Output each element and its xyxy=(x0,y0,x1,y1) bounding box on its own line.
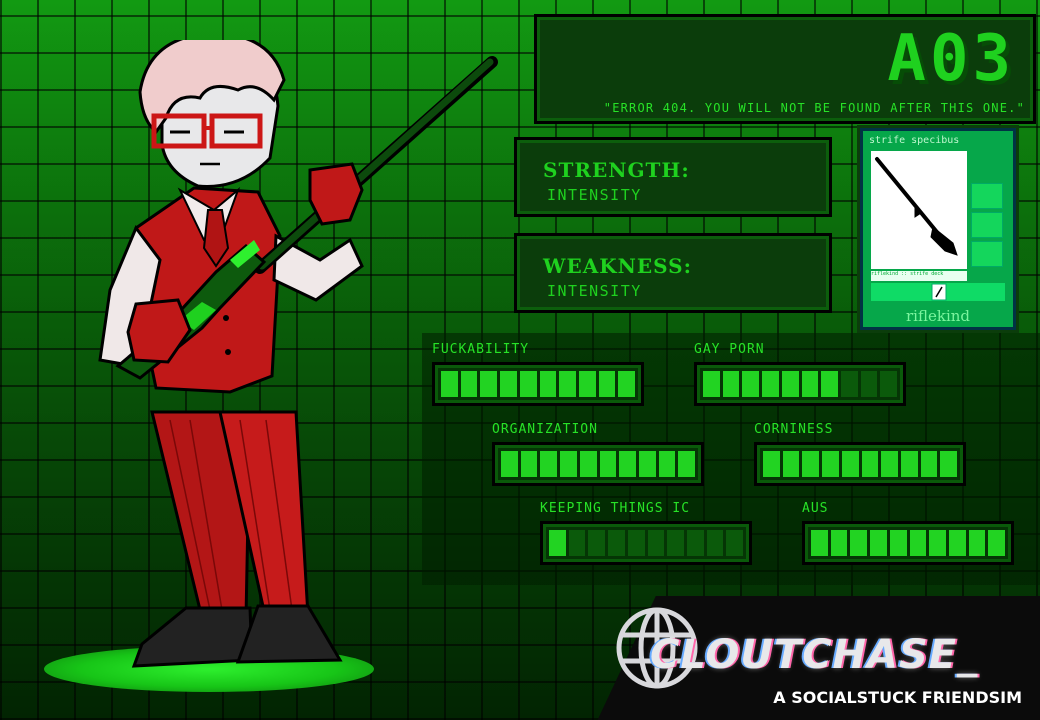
meter-cell xyxy=(763,451,780,477)
meter-cell xyxy=(861,451,879,477)
meter-cell xyxy=(802,451,820,477)
meter-label: KEEPING THINGS IC xyxy=(540,501,691,516)
meter-cell xyxy=(520,451,538,477)
strife-card-footer xyxy=(871,283,1005,301)
card-mini-icon xyxy=(931,283,947,301)
meter-cell xyxy=(850,530,868,556)
meter-cell xyxy=(706,530,724,556)
card-caption: riflekind :: strife deck xyxy=(871,271,967,281)
meter-cell xyxy=(726,530,744,556)
meter-cell xyxy=(579,451,597,477)
meter-cell xyxy=(870,530,887,556)
game-screen: A03 "ERROR 404. YOU WILL NOT BE FOUND AF… xyxy=(0,0,1040,720)
meter-cell xyxy=(948,530,966,556)
meter-track xyxy=(802,521,1014,565)
meter-cell xyxy=(822,451,839,477)
meter-cell xyxy=(627,530,645,556)
weakness-plate: WEAKNESS: INTENSITY xyxy=(514,233,832,313)
meter-cell xyxy=(568,530,586,556)
meter-cell xyxy=(881,451,898,477)
meter-track xyxy=(540,521,752,565)
meter-cell xyxy=(549,530,566,556)
meter-track xyxy=(492,442,704,486)
meter-cell xyxy=(988,530,1006,556)
meter-cell xyxy=(909,530,927,556)
meter-cell xyxy=(598,371,616,397)
meter-cell xyxy=(599,451,617,477)
meter-cell xyxy=(830,530,848,556)
weakness-value: INTENSITY xyxy=(547,282,642,300)
strength-label: STRENGTH: xyxy=(543,158,690,182)
strife-slots xyxy=(971,183,1003,270)
meter-cell xyxy=(539,371,557,397)
character-sprite xyxy=(98,40,498,668)
meter-cell xyxy=(801,371,819,397)
weapon-card xyxy=(871,151,967,269)
character-code: A03 xyxy=(887,22,1015,96)
strife-specibus-card[interactable]: strife specibus riflekind :: strife deck xyxy=(860,128,1016,330)
strength-plate: STRENGTH: INTENSITY xyxy=(514,137,832,217)
meter-cell xyxy=(560,451,577,477)
meter-cell xyxy=(619,451,636,477)
meter-cell xyxy=(742,371,760,397)
strife-specibus-label: strife specibus xyxy=(869,135,960,146)
meter-cell xyxy=(929,530,946,556)
meter-cell xyxy=(588,530,606,556)
meter-cell xyxy=(722,371,740,397)
meter-label: GAY PORN xyxy=(694,342,765,357)
meter-cell xyxy=(519,371,537,397)
meter-label: CORNINESS xyxy=(754,422,834,437)
meter-cell xyxy=(559,371,576,397)
meter-cell xyxy=(821,371,838,397)
strength-value: INTENSITY xyxy=(547,186,642,204)
meter-cell xyxy=(880,371,898,397)
character-quote: "ERROR 404. YOU WILL NOT BE FOUND AFTER … xyxy=(603,101,1025,115)
logo-title: CLOUTCHASE_ xyxy=(650,632,979,678)
meter-cell xyxy=(889,530,907,556)
meter-cell xyxy=(811,530,828,556)
meter-cell xyxy=(762,371,779,397)
meter-cell xyxy=(920,451,938,477)
meter-cell xyxy=(578,371,596,397)
meter-cell xyxy=(781,371,799,397)
meter-label: AUS xyxy=(802,501,829,516)
meter-cell xyxy=(940,451,958,477)
meter-cell xyxy=(638,451,656,477)
strife-kind: riflekind xyxy=(906,307,970,325)
strife-slot[interactable] xyxy=(971,241,1003,267)
meter-cell xyxy=(782,451,800,477)
meter-cell xyxy=(667,530,684,556)
meter-cell xyxy=(840,371,858,397)
meter-cell xyxy=(860,371,878,397)
rifle-icon xyxy=(875,157,958,256)
meter-cell xyxy=(686,530,704,556)
character-title-plate: A03 "ERROR 404. YOU WILL NOT BE FOUND AF… xyxy=(534,14,1036,124)
meter-cell xyxy=(540,451,558,477)
strife-slot[interactable] xyxy=(971,212,1003,238)
meter-cell xyxy=(608,530,625,556)
meter-cell xyxy=(703,371,720,397)
meter-track xyxy=(694,362,906,406)
meter-cell xyxy=(678,451,696,477)
strife-slot[interactable] xyxy=(971,183,1003,209)
logo-subtitle: A SOCIALSTUCK FRIENDSIM xyxy=(773,688,1022,707)
meter-cell xyxy=(647,530,665,556)
meter-cell xyxy=(841,451,859,477)
weakness-label: WEAKNESS: xyxy=(543,254,692,278)
meter-cell xyxy=(900,451,918,477)
meter-track xyxy=(754,442,966,486)
meter-cell xyxy=(658,451,676,477)
meter-cell xyxy=(618,371,636,397)
meter-cell xyxy=(968,530,986,556)
